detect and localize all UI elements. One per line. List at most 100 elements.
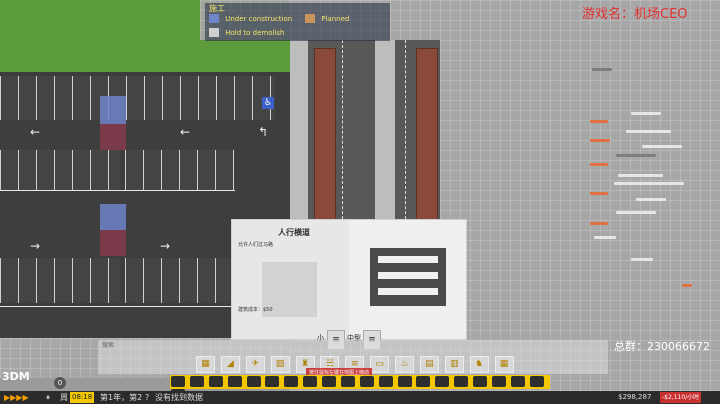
info-line: [590, 120, 608, 123]
status-day: 周: [60, 393, 68, 402]
accessible-parking-icon: ♿: [262, 97, 274, 109]
legend-label: Planned: [321, 14, 350, 23]
site-logo: 3DM: [2, 370, 30, 383]
legend-swatch-blue: [209, 14, 219, 23]
toolbar-car-icon[interactable]: [454, 376, 469, 387]
toolbar-food-icon[interactable]: [340, 376, 355, 387]
toolbar-vehicle-icon[interactable]: [416, 376, 431, 387]
status-time: 08:18: [70, 392, 95, 403]
toolbar-person-icon[interactable]: [246, 376, 261, 387]
toolbar-shop-icon[interactable]: [322, 376, 336, 387]
status-bar: ▶▶▶▶ ⏸ 周 08:18 第1年，第2 ? 没有找到数据 $298,287 …: [0, 391, 720, 404]
legend-label: Under construction: [225, 14, 293, 23]
crosswalk-stripe: [378, 256, 438, 263]
category-slot-1[interactable]: ▦: [196, 356, 215, 373]
toolbar-security-icon[interactable]: [303, 376, 318, 387]
toolbar-light-icon[interactable]: [378, 376, 393, 387]
planned-cell: [100, 124, 126, 150]
road-arrow-left-icon: ←: [180, 125, 191, 139]
parking-row-1: [0, 76, 275, 120]
tooltip-title: 人行横道: [278, 228, 310, 237]
info-line: [636, 198, 666, 201]
parking-row-2: [0, 150, 120, 190]
toolbar-parking-icon[interactable]: [189, 376, 204, 387]
parking-row-4: [0, 258, 120, 303]
construction-cell: [100, 96, 126, 124]
info-line: [592, 68, 612, 71]
group-number: 总群：230066672: [614, 340, 710, 353]
info-line: [590, 222, 608, 225]
side-info-list: [586, 68, 692, 288]
legend-item-hold: Hold to demolish: [209, 28, 284, 37]
road-arrow-left-icon: ←: [30, 125, 41, 139]
road-turn-arrow-icon: ↰: [258, 125, 269, 139]
toolbar-bench-icon[interactable]: [359, 376, 374, 387]
info-line: [590, 163, 608, 166]
info-line: [614, 182, 684, 185]
category-slot-4[interactable]: ▨: [270, 356, 290, 373]
search-box[interactable]: 搜索: [98, 340, 608, 350]
status-rate: -$2,110/小时: [660, 392, 702, 403]
category-slot-8[interactable]: ▭: [370, 356, 390, 373]
toolbar-building-icon[interactable]: [265, 376, 280, 387]
toolbar-bus2-icon[interactable]: [473, 376, 487, 387]
tooltip-cost: 建筑成本：$50: [238, 307, 273, 313]
tooltip-subtitle: 允许人们过马路: [238, 242, 274, 248]
info-line: [594, 236, 616, 239]
crosswalk-preview: [370, 248, 446, 306]
legend-title: 施工: [209, 4, 225, 13]
status-money: $298,287: [618, 393, 652, 401]
brown-lane-left: [314, 48, 336, 230]
info-line: [618, 174, 663, 177]
info-line: [642, 145, 682, 148]
category-slot-10[interactable]: ▤: [419, 356, 439, 373]
category-slot-11[interactable]: ▥: [444, 356, 464, 373]
status-message: 没有找到数据: [155, 393, 203, 402]
info-line: [682, 284, 692, 287]
status-date: 第1年，第2: [100, 393, 143, 402]
info-line: [616, 154, 656, 157]
category-slot-12[interactable]: ♞: [469, 356, 489, 373]
category-slot-9[interactable]: ♨: [395, 356, 414, 373]
search-label: 搜索: [102, 342, 115, 349]
category-slot-13[interactable]: ▦: [494, 356, 514, 373]
tooltip-info: 人行横道 允许人们过马路 建筑成本：$50: [232, 220, 349, 339]
toolbar-sign-icon[interactable]: [397, 376, 412, 387]
category-slot-3[interactable]: ✈: [245, 356, 265, 373]
legend-swatch-orange: [305, 14, 315, 23]
notification-badge[interactable]: 0: [54, 377, 66, 389]
info-line: [590, 139, 610, 142]
legend-swatch-gray: [209, 28, 219, 37]
toolbar-camera-icon[interactable]: [510, 376, 525, 387]
brown-lane-right: [416, 48, 438, 230]
toolbar-bus-icon[interactable]: [208, 376, 223, 387]
speed-controls[interactable]: ▶▶▶▶: [4, 391, 29, 404]
parking-row-5: [125, 258, 235, 303]
toolbar-truck-icon[interactable]: [435, 376, 450, 387]
road-arrow-right-icon: →: [160, 239, 171, 253]
game-name-watermark: 游戏名：机场CEO: [582, 7, 688, 22]
toolbar-staff-icon[interactable]: [284, 376, 299, 387]
crosswalk-stripe: [378, 272, 438, 279]
toolbar-plane-icon[interactable]: [227, 376, 242, 387]
toolbar-road-icon[interactable]: [171, 376, 185, 387]
info-line: [631, 258, 653, 261]
category-slot-2[interactable]: ◢: [220, 356, 240, 373]
pause-button[interactable]: ⏸: [46, 391, 50, 404]
crosswalk-stripe: [378, 288, 438, 295]
legend-item-under-construction: Under construction: [209, 14, 292, 23]
toolbar-search-icon[interactable]: [491, 376, 506, 387]
help-icon[interactable]: ?: [145, 391, 149, 404]
info-line: [626, 130, 671, 133]
legend-item-planned: Planned: [305, 14, 349, 23]
planned-cell: [100, 230, 126, 256]
info-line: [631, 112, 661, 115]
toolbar-cart-icon[interactable]: [529, 376, 544, 387]
legend-label: Hold to demolish: [225, 28, 285, 37]
lane-divider: [0, 190, 235, 191]
construction-cell: [100, 204, 126, 230]
info-line: [616, 211, 656, 214]
crosswalk-tooltip: 人行横道 允许人们过马路 建筑成本：$50: [231, 219, 467, 340]
construction-legend: 施工 Under construction Planned Hold to de…: [205, 3, 390, 41]
info-line: [590, 192, 608, 195]
